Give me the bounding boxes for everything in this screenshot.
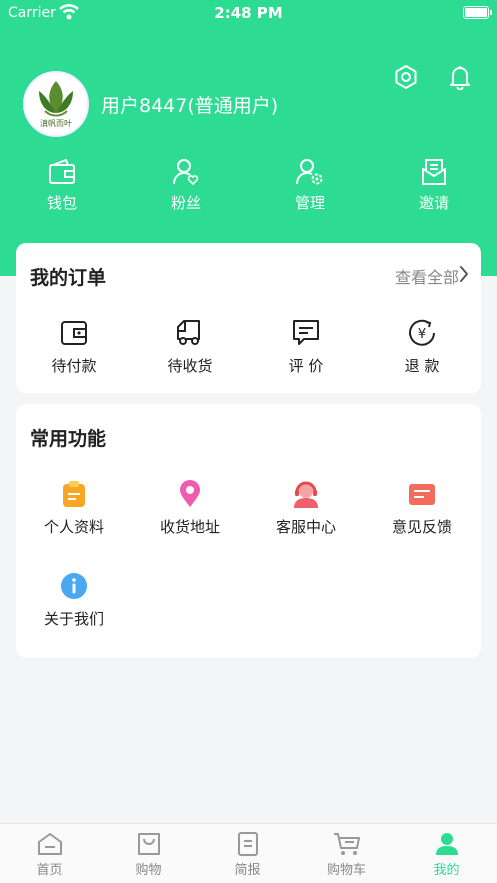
logo-text: 滇帆而叶: [40, 118, 72, 128]
order-label: 退 款: [404, 357, 440, 375]
quick-action-label: 管理: [294, 194, 325, 212]
tab-label: 首页: [36, 863, 63, 878]
quick-action-label: 粉丝: [170, 194, 201, 212]
quick-action-label: 钱包: [46, 194, 77, 212]
profile-icon: [63, 481, 85, 507]
tab-label: 我的: [433, 863, 460, 878]
order-refund[interactable]: ¥ 退 款: [367, 319, 477, 376]
clock: 2:48 PM: [214, 4, 283, 22]
user-icon: [435, 833, 458, 855]
tab-label: 购物车: [326, 863, 366, 878]
comment-icon: [293, 320, 319, 345]
quick-action-fans[interactable]: 粉丝: [141, 158, 231, 213]
function-label: 关于我们: [43, 610, 104, 628]
feedback-icon: [409, 484, 435, 505]
order-pending-receipt[interactable]: 待收货: [135, 319, 245, 376]
wallet-icon: [61, 321, 87, 345]
functions-card: 常用功能 个人资料 收货地址 客服中心 意见反馈 关于我们: [16, 404, 481, 658]
view-all-orders-link[interactable]: 查看全部: [395, 264, 459, 288]
status-bar: Carrier 2:48 PM: [0, 0, 497, 28]
function-label: 意见反馈: [391, 518, 452, 536]
order-label: 待收货: [167, 357, 213, 375]
quick-actions: 钱包 粉丝 管理 邀请: [0, 158, 497, 220]
refund-icon: ¥: [409, 319, 435, 346]
brand-logo: 滇帆而叶: [25, 73, 87, 135]
function-label: 收货地址: [159, 518, 220, 536]
wallet-icon: [49, 159, 75, 184]
avatar[interactable]: 滇帆而叶: [23, 71, 89, 137]
cart-icon: [333, 833, 360, 855]
quick-action-manage[interactable]: 管理: [265, 158, 355, 213]
bell-icon[interactable]: [447, 64, 473, 90]
order-label: 待付款: [51, 357, 97, 375]
report-icon: [237, 832, 258, 856]
tab-home[interactable]: 首页: [0, 832, 99, 878]
username: 用户8447(普通用户): [101, 95, 279, 117]
orders-card: 我的订单 查看全部 待付款 待收货 评 价 ¥ 退 款: [16, 243, 481, 393]
truck-icon: [177, 320, 200, 345]
order-pending-payment[interactable]: 待付款: [19, 319, 129, 376]
svg-text:¥: ¥: [418, 327, 426, 342]
profile-header: Carrier 2:48 PM 滇帆而叶 用户8447(普通用户) 钱包 粉丝 …: [0, 0, 497, 276]
tab-label: 简报: [234, 863, 261, 878]
function-feedback[interactable]: 意见反馈: [367, 480, 477, 537]
functions-title: 常用功能: [30, 428, 107, 450]
tab-cart[interactable]: 购物车: [297, 832, 396, 878]
shopping-bag-icon: [137, 833, 160, 855]
function-profile[interactable]: 个人资料: [19, 480, 129, 537]
tab-shopping[interactable]: 购物: [99, 832, 198, 878]
fans-icon: [173, 159, 199, 186]
info-icon: [61, 573, 87, 599]
function-label: 客服中心: [275, 518, 336, 536]
orders-title: 我的订单: [30, 267, 107, 289]
home-icon: [37, 833, 62, 855]
location-icon: [180, 480, 200, 507]
function-address[interactable]: 收货地址: [135, 480, 245, 537]
bottom-tab-bar: 首页 购物 简报 购物车 我的: [0, 823, 497, 883]
manage-icon: [296, 159, 323, 185]
customer-service-icon: [294, 481, 318, 508]
order-label: 评 价: [288, 357, 324, 375]
function-label: 个人资料: [43, 518, 104, 536]
quick-action-wallet[interactable]: 钱包: [17, 158, 107, 213]
quick-action-label: 邀请: [418, 194, 449, 212]
settings-icon[interactable]: [393, 64, 419, 90]
chevron-right-icon[interactable]: [459, 265, 469, 283]
tab-report[interactable]: 简报: [198, 832, 297, 878]
tab-label: 购物: [135, 863, 162, 878]
function-customer-service[interactable]: 客服中心: [251, 480, 361, 537]
function-about-us[interactable]: 关于我们: [19, 572, 129, 629]
quick-action-invite[interactable]: 邀请: [389, 158, 479, 213]
battery-icon: [463, 6, 492, 19]
tab-mine[interactable]: 我的: [397, 832, 496, 878]
order-review[interactable]: 评 价: [251, 319, 361, 376]
invite-icon: [422, 159, 446, 185]
